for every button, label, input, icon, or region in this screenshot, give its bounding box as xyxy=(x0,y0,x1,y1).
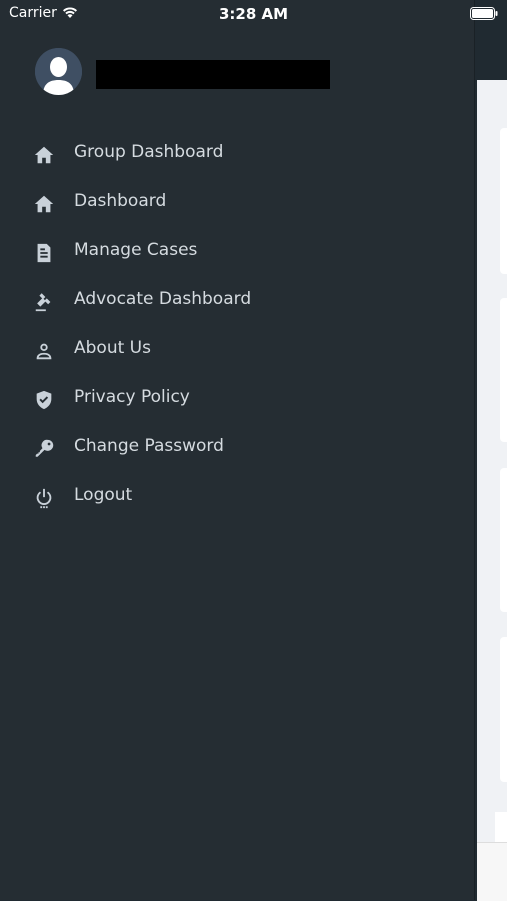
navigation-drawer: Group Dashboard Dashboard Manage Cases A… xyxy=(0,0,475,900)
background-card[interactable] xyxy=(500,468,507,612)
menu-item-label: Group Dashboard xyxy=(74,142,224,162)
menu-item-about-us[interactable]: About Us xyxy=(0,326,475,375)
person-icon xyxy=(32,339,56,363)
menu-item-label: Privacy Policy xyxy=(74,387,190,407)
menu-item-label: Manage Cases xyxy=(74,240,198,260)
background-card[interactable] xyxy=(500,637,507,782)
clock: 3:28 AM xyxy=(218,5,289,23)
background-bottom-bar xyxy=(477,842,507,901)
background-card[interactable] xyxy=(500,298,507,442)
home-icon xyxy=(32,192,56,216)
menu-item-label: About Us xyxy=(74,338,151,358)
home-icon xyxy=(32,143,56,167)
key-icon xyxy=(32,437,56,461)
menu-item-group-dashboard[interactable]: Group Dashboard xyxy=(0,130,475,179)
menu-item-dashboard[interactable]: Dashboard xyxy=(0,179,475,228)
user-name xyxy=(96,60,330,89)
menu-item-privacy-policy[interactable]: Privacy Policy xyxy=(0,375,475,424)
background-footer-strip xyxy=(495,812,507,842)
menu-item-label: Logout xyxy=(74,485,133,505)
menu-item-label: Dashboard xyxy=(74,191,167,211)
menu-item-logout[interactable]: Logout xyxy=(0,473,475,522)
menu-item-manage-cases[interactable]: Manage Cases xyxy=(0,228,475,277)
menu-item-label: Advocate Dashboard xyxy=(74,289,252,309)
menu-item-change-password[interactable]: Change Password xyxy=(0,424,475,473)
menu-item-label: Change Password xyxy=(74,436,224,456)
user-avatar-icon[interactable] xyxy=(35,48,82,95)
power-icon xyxy=(32,486,56,510)
battery-icon xyxy=(470,7,498,20)
gavel-icon xyxy=(32,290,56,314)
case-document-icon xyxy=(32,241,56,265)
background-card[interactable] xyxy=(500,128,507,274)
drawer-menu: Group Dashboard Dashboard Manage Cases A… xyxy=(0,130,475,522)
status-bar: Carrier 3:28 AM xyxy=(0,0,507,28)
drawer-edge xyxy=(474,0,475,900)
shield-check-icon xyxy=(32,388,56,412)
menu-item-advocate-dashboard[interactable]: Advocate Dashboard xyxy=(0,277,475,326)
